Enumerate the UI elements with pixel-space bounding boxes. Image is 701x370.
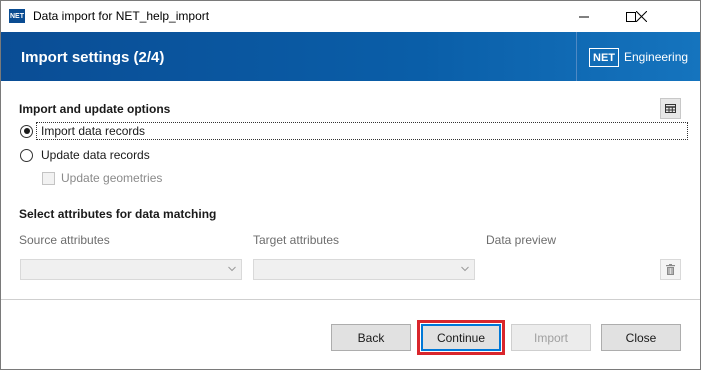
table-icon (665, 104, 676, 113)
app-icon: NET (9, 9, 25, 23)
minimize-icon (579, 16, 589, 17)
close-button[interactable]: Close (601, 324, 681, 351)
window-close-button[interactable] (601, 1, 681, 32)
target-attributes-label: Target attributes (253, 233, 340, 247)
brand-name: Engineering (624, 50, 689, 64)
matching-section-title: Select attributes for data matching (19, 207, 217, 221)
radio-update-label: Update data records (41, 148, 150, 162)
step-banner: Import settings (2/4) NET Engineering (1, 32, 700, 81)
target-attributes-dropdown[interactable] (253, 259, 475, 280)
trash-icon (666, 264, 675, 275)
update-geometries-label: Update geometries (61, 171, 163, 185)
banner-divider (576, 32, 577, 81)
close-icon (635, 11, 647, 22)
footer-divider (1, 299, 700, 300)
import-button[interactable]: Import (511, 324, 591, 351)
radio-import-label: Import data records (41, 124, 146, 138)
import-dialog: NET Data import for NET_help_import Impo… (0, 0, 701, 370)
data-preview-label: Data preview (486, 233, 557, 247)
source-attributes-label: Source attributes (19, 233, 110, 247)
grid-view-button[interactable] (660, 98, 681, 119)
delete-mapping-button[interactable] (660, 259, 681, 280)
options-section-title: Import and update options (19, 102, 171, 116)
radio-import-button[interactable] (20, 124, 33, 138)
source-attributes-dropdown[interactable] (20, 259, 242, 280)
update-geometries-box[interactable] (42, 171, 55, 185)
continue-button[interactable]: Continue (421, 324, 501, 351)
update-geometries-checkbox[interactable]: Update geometries (42, 171, 162, 185)
window-title: Data import for NET_help_import (33, 9, 210, 23)
page-title: Import settings (2/4) (21, 49, 165, 66)
radio-update-records[interactable]: Update data records (20, 148, 150, 162)
chevron-down-icon (228, 266, 236, 272)
chevron-down-icon (461, 266, 469, 272)
back-button[interactable]: Back (331, 324, 411, 351)
brand-logo: NET (589, 48, 619, 67)
radio-import-records[interactable]: Import data records (20, 124, 145, 138)
radio-update-button[interactable] (20, 148, 33, 162)
title-bar: NET Data import for NET_help_import (1, 1, 700, 32)
